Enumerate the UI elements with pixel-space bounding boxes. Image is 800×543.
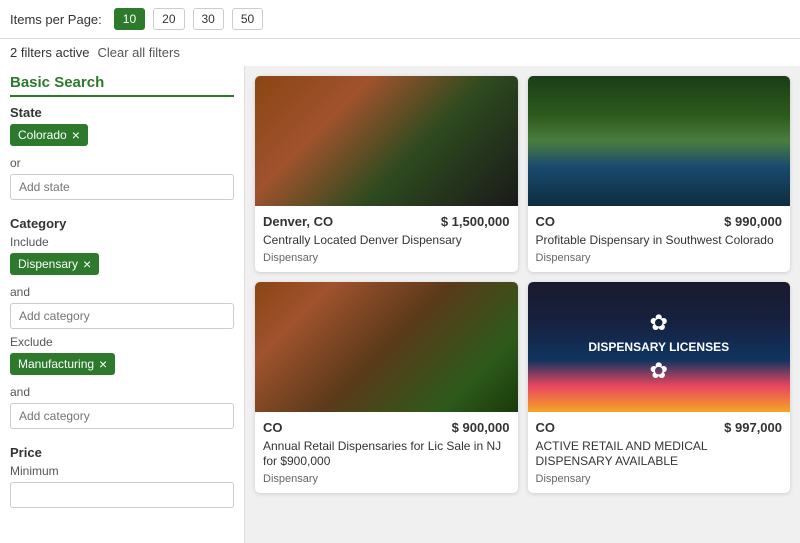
dispensary-tag-label: Dispensary [18, 257, 78, 271]
price-filter-section: Price Minimum [10, 445, 234, 514]
listing-card-3[interactable]: CO $ 900,000 Annual Retail Dispensaries … [255, 282, 518, 493]
category-filter-section: Category Include Dispensary × and Exclud… [10, 216, 234, 435]
colorado-state-tag: Colorado × [10, 124, 88, 146]
include-and-label: and [10, 285, 234, 299]
listing-price-4: $ 997,000 [724, 420, 782, 435]
top-bar: Items per Page: 10 20 30 50 [0, 0, 800, 39]
active-filters-count: 2 filters active [10, 45, 89, 60]
listing-category-4: Dispensary [536, 473, 783, 485]
basic-search-title: Basic Search [10, 74, 234, 97]
manufacturing-exclude-tag: Manufacturing × [10, 353, 115, 375]
listing-card-1[interactable]: Denver, CO $ 1,500,000 Centrally Located… [255, 76, 518, 272]
listing-title-1: Centrally Located Denver Dispensary [263, 233, 510, 249]
manufacturing-tag-label: Manufacturing [18, 357, 94, 371]
minimum-price-input[interactable] [10, 482, 234, 508]
listing-info-3: CO $ 900,000 Annual Retail Dispensaries … [255, 412, 518, 493]
listing-category-1: Dispensary [263, 252, 510, 264]
listing-title-2: Profitable Dispensary in Southwest Color… [536, 233, 783, 249]
listing-info-2: CO $ 990,000 Profitable Dispensary in So… [528, 206, 791, 272]
state-filter-section: State Colorado × or [10, 105, 234, 206]
listing-price-3: $ 900,000 [452, 420, 510, 435]
exclude-and-label: and [10, 385, 234, 399]
main-content: Denver, CO $ 1,500,000 Centrally Located… [245, 66, 800, 543]
state-filter-label: State [10, 105, 234, 120]
listing-title-4: ACTIVE RETAIL AND MEDICAL DISPENSARY AVA… [536, 439, 783, 470]
items-per-page-label: Items per Page: [10, 12, 102, 27]
sidebar: Basic Search State Colorado × or Categor… [0, 66, 245, 543]
state-tag-label: Colorado [18, 128, 67, 142]
listing-price-1: $ 1,500,000 [441, 214, 510, 229]
price-filter-label: Price [10, 445, 234, 460]
dispensary-include-tag: Dispensary × [10, 253, 99, 275]
per-page-20-button[interactable]: 20 [153, 8, 184, 30]
clear-all-filters-link[interactable]: Clear all filters [97, 45, 179, 60]
listing-location-1: Denver, CO [263, 214, 333, 229]
per-page-50-button[interactable]: 50 [232, 8, 263, 30]
add-include-category-input[interactable] [10, 303, 234, 329]
listing-location-price-4: CO $ 997,000 [536, 420, 783, 435]
add-state-input[interactable] [10, 174, 234, 200]
listing-card-4[interactable]: ✿ DISPENSARY LICENSES ✿ CO $ 997,000 ACT… [528, 282, 791, 493]
main-layout: Basic Search State Colorado × or Categor… [0, 66, 800, 543]
remove-dispensary-tag-button[interactable]: × [83, 257, 91, 271]
exclude-sublabel: Exclude [10, 335, 234, 349]
listing-location-4: CO [536, 420, 556, 435]
listing-image-3 [255, 282, 518, 412]
listing-image-4: ✿ DISPENSARY LICENSES ✿ [528, 282, 791, 412]
state-or-label: or [10, 156, 234, 170]
filters-info-bar: 2 filters active Clear all filters [0, 39, 800, 66]
listing-location-2: CO [536, 214, 556, 229]
listing-info-1: Denver, CO $ 1,500,000 Centrally Located… [255, 206, 518, 272]
add-exclude-category-input[interactable] [10, 403, 234, 429]
listings-grid: Denver, CO $ 1,500,000 Centrally Located… [255, 76, 790, 493]
listing-location-3: CO [263, 420, 283, 435]
listing-price-2: $ 990,000 [724, 214, 782, 229]
listing-image-1 [255, 76, 518, 206]
listing-location-price-3: CO $ 900,000 [263, 420, 510, 435]
listing-title-3: Annual Retail Dispensaries for Lic Sale … [263, 439, 510, 470]
per-page-30-button[interactable]: 30 [193, 8, 224, 30]
category-filter-label: Category [10, 216, 234, 231]
per-page-10-button[interactable]: 10 [114, 8, 145, 30]
listing-location-price-2: CO $ 990,000 [536, 214, 783, 229]
listing-card-2[interactable]: CO $ 990,000 Profitable Dispensary in So… [528, 76, 791, 272]
listing-location-price-1: Denver, CO $ 1,500,000 [263, 214, 510, 229]
minimum-label: Minimum [10, 464, 234, 478]
listing-info-4: CO $ 997,000 ACTIVE RETAIL AND MEDICAL D… [528, 412, 791, 493]
include-sublabel: Include [10, 235, 234, 249]
remove-colorado-tag-button[interactable]: × [72, 128, 80, 142]
listing-category-2: Dispensary [536, 252, 783, 264]
listing-image-2 [528, 76, 791, 206]
remove-manufacturing-tag-button[interactable]: × [99, 357, 107, 371]
listing-category-3: Dispensary [263, 473, 510, 485]
